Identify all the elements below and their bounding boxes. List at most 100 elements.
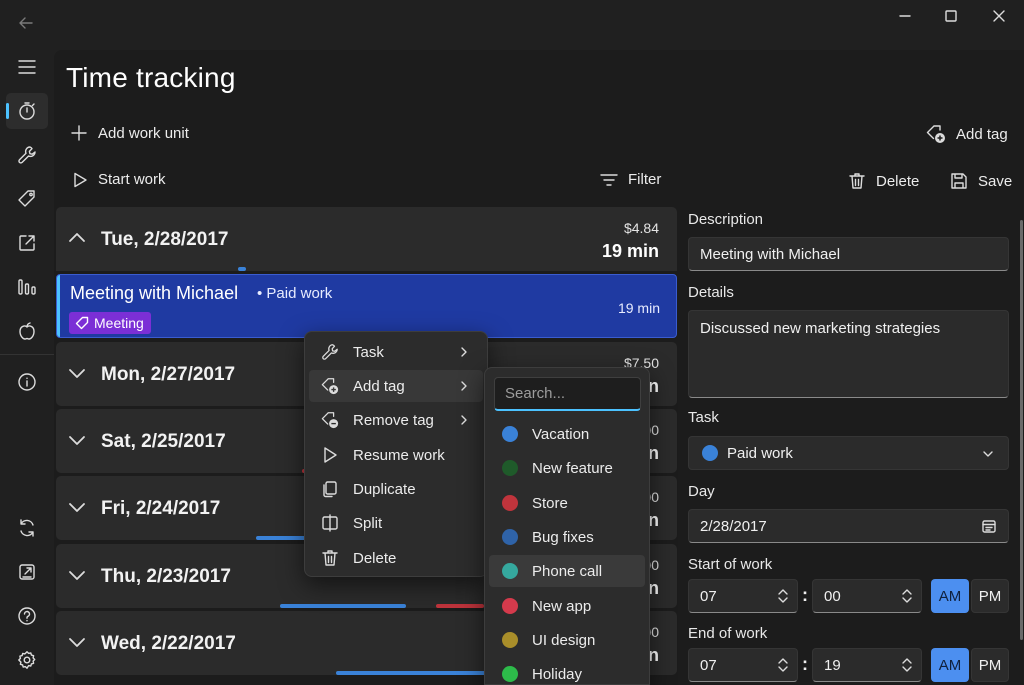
tag-remove-icon <box>321 412 339 429</box>
nav-item-tags[interactable] <box>6 181 48 217</box>
day-date: Wed, 2/22/2017 <box>101 633 236 654</box>
tag-add-icon <box>926 125 945 143</box>
nav-item-tasks[interactable] <box>6 137 48 173</box>
tag-item-label: UI design <box>532 632 596 649</box>
day-date: Sat, 2/25/2017 <box>101 431 226 452</box>
menu-item-label: Task <box>353 344 384 361</box>
tag-item-bug-fixes[interactable]: Bug fixes <box>489 521 645 553</box>
save-label: Save <box>978 172 1013 190</box>
tag-chip[interactable]: Meeting <box>69 312 151 334</box>
day-date: Thu, 2/23/2017 <box>101 566 231 587</box>
nav-item-about[interactable] <box>6 364 48 400</box>
filter-label: Filter <box>628 171 662 188</box>
tag-item-vacation[interactable]: Vacation <box>489 418 645 450</box>
day-activity-bar <box>436 604 484 608</box>
tag-color-dot <box>502 426 518 442</box>
back-button[interactable] <box>10 8 42 38</box>
menu-item-resume-work[interactable]: Resume work <box>309 439 483 471</box>
menu-item-label: Split <box>353 515 383 532</box>
end-pm-toggle[interactable]: PM <box>971 648 1009 682</box>
wrench-icon <box>18 146 36 164</box>
day-activity-bar <box>238 267 246 271</box>
tag-search-input[interactable] <box>494 377 641 411</box>
task-color-dot <box>702 445 718 461</box>
start-hour-spinner[interactable]: 07 <box>688 579 798 613</box>
close-button[interactable] <box>976 0 1022 32</box>
tag-item-ui-design[interactable]: UI design <box>489 624 645 656</box>
spin-arrows-icon[interactable] <box>777 657 789 673</box>
tag-item-phone-call[interactable]: Phone call <box>489 555 645 587</box>
spin-arrows-icon[interactable] <box>901 657 913 673</box>
nav-item-statistics[interactable] <box>6 269 48 305</box>
menu-item-split[interactable]: Split <box>309 507 483 539</box>
nav-item-export-image[interactable] <box>6 554 48 590</box>
day-duration: 19 min <box>601 241 659 261</box>
end-hour-spinner[interactable]: 07 <box>688 648 798 682</box>
filter-button[interactable]: Filter <box>600 171 661 188</box>
add-work-unit-label: Add work unit <box>98 124 189 142</box>
menu-item-task[interactable]: Task <box>309 336 483 368</box>
end-am-toggle[interactable]: AM <box>931 648 969 682</box>
tag-item-label: Holiday <box>532 666 583 683</box>
title-bar <box>0 0 1024 46</box>
menu-item-label: Remove tag <box>353 412 434 429</box>
save-button[interactable]: Save <box>950 172 1012 190</box>
time-separator: : <box>802 654 808 674</box>
nav-menu-toggle[interactable] <box>6 49 48 85</box>
minimize-icon <box>899 15 911 17</box>
day-activity-bar <box>336 671 486 675</box>
tag-color-dot <box>502 460 518 476</box>
day-value: 2/28/2017 <box>700 518 767 535</box>
tag-item-new-feature[interactable]: New feature <box>489 452 645 484</box>
split-icon <box>322 514 338 532</box>
end-minute-spinner[interactable]: 19 <box>812 648 922 682</box>
task-dropdown[interactable]: Paid work <box>688 436 1009 470</box>
spin-arrows-icon[interactable] <box>901 588 913 604</box>
nav-divider <box>0 354 54 355</box>
nav-item-export[interactable] <box>6 225 48 261</box>
chevron-down-icon <box>983 451 993 457</box>
end-hour-value: 07 <box>700 657 717 674</box>
tag-icon <box>18 190 35 207</box>
details-textarea[interactable]: Discussed new marketing strategies <box>688 310 1009 398</box>
day-date-picker[interactable]: 2/28/2017 <box>688 509 1009 543</box>
day-group-header[interactable]: Tue, 2/28/2017 $4.84 19 min <box>56 207 677 271</box>
nav-item-settings[interactable] <box>6 642 48 678</box>
menu-item-remove-tag[interactable]: Remove tag <box>309 404 483 436</box>
tag-color-dot <box>502 563 518 579</box>
maximize-button[interactable] <box>928 0 974 32</box>
start-pm-toggle[interactable]: PM <box>971 579 1009 613</box>
menu-item-label: Duplicate <box>353 481 416 498</box>
tag-item-holiday[interactable]: Holiday <box>489 658 645 684</box>
start-work-button[interactable]: Start work <box>72 171 166 188</box>
add-tag-button[interactable]: Add tag <box>926 124 1008 144</box>
nav-item-help[interactable] <box>6 598 48 634</box>
delete-button[interactable]: Delete <box>848 172 919 190</box>
day-activity-bar <box>280 604 406 608</box>
description-input[interactable]: Meeting with Michael <box>688 237 1009 271</box>
start-minute-spinner[interactable]: 00 <box>812 579 922 613</box>
spin-arrows-icon[interactable] <box>777 588 789 604</box>
start-am-toggle[interactable]: AM <box>931 579 969 613</box>
export-image-icon <box>19 564 35 580</box>
tag-item-new-app[interactable]: New app <box>489 590 645 622</box>
menu-item-add-tag[interactable]: Add tag <box>309 370 483 402</box>
menu-item-delete[interactable]: Delete <box>309 542 483 574</box>
details-scrollbar[interactable] <box>1020 220 1023 640</box>
description-label: Description <box>688 211 764 228</box>
nav-item-timer[interactable] <box>6 313 48 349</box>
trash-icon <box>322 550 338 566</box>
minimize-button[interactable] <box>882 0 928 32</box>
add-work-unit-button[interactable]: Add work unit <box>70 124 189 142</box>
nav-item-time-tracking[interactable] <box>6 93 48 129</box>
work-unit-item[interactable]: Meeting with Michael • Paid work 19 min … <box>56 274 677 338</box>
menu-item-duplicate[interactable]: Duplicate <box>309 473 483 505</box>
tag-item-store[interactable]: Store <box>489 487 645 519</box>
tag-item-label: Store <box>532 495 568 512</box>
add-tag-label: Add tag <box>956 125 1008 143</box>
tag-color-dot <box>502 666 518 682</box>
work-unit-duration: 19 min <box>617 300 660 316</box>
chevron-right-icon <box>461 381 467 391</box>
nav-item-sync[interactable] <box>6 510 48 546</box>
task-value: Paid work <box>727 445 793 462</box>
